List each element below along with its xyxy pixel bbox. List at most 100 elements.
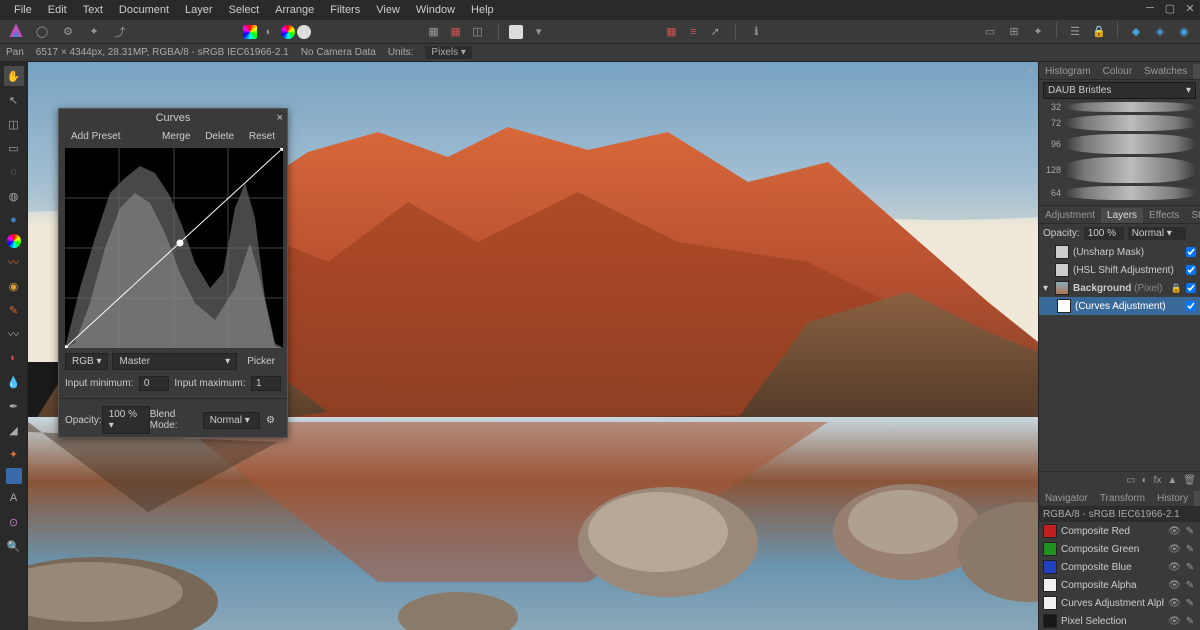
eye-icon[interactable]: 👁 bbox=[1168, 562, 1180, 573]
maximize-button[interactable]: ▢ bbox=[1164, 2, 1176, 14]
eye-icon[interactable]: 👁 bbox=[1168, 598, 1180, 609]
eyedropper-tool[interactable]: ⊙ bbox=[4, 512, 24, 532]
channel-item[interactable]: Composite Alpha👁✎ bbox=[1039, 576, 1200, 594]
input-min-field[interactable] bbox=[139, 376, 169, 391]
close-document-icon[interactable]: × bbox=[1027, 64, 1034, 78]
channel-select[interactable]: RGB ▾ bbox=[65, 353, 108, 370]
tab-swatches[interactable]: Swatches bbox=[1138, 64, 1193, 79]
delete-button[interactable]: Delete bbox=[199, 130, 240, 143]
tab-histogram[interactable]: Histogram bbox=[1039, 64, 1097, 79]
layer-visible-toggle[interactable] bbox=[1186, 283, 1196, 293]
channel-item[interactable]: Composite Red👁✎ bbox=[1039, 522, 1200, 540]
ruler-icon[interactable]: ▭ bbox=[980, 22, 1000, 42]
layer-opacity-input[interactable]: 100 % bbox=[1084, 227, 1124, 240]
curves-dialog[interactable]: Curves × Add Preset Merge Delete Reset R… bbox=[58, 108, 288, 438]
hue-tool[interactable] bbox=[7, 234, 21, 248]
zoom-tool[interactable]: 🔍 bbox=[4, 536, 24, 556]
tab-adjustment[interactable]: Adjustment bbox=[1039, 208, 1101, 223]
expand-icon[interactable]: ▾ bbox=[1043, 283, 1051, 294]
selection-icon[interactable]: ◫ bbox=[468, 22, 488, 42]
dialog-title[interactable]: Curves × bbox=[59, 109, 287, 127]
export-icon[interactable]: ⤴ bbox=[110, 22, 130, 42]
brush-item[interactable]: 72 bbox=[1043, 115, 1196, 131]
units-select[interactable]: Pixels ▾ bbox=[425, 46, 472, 59]
info-icon[interactable]: ℹ bbox=[746, 22, 766, 42]
clone-tool[interactable]: ◉ bbox=[4, 276, 24, 296]
move-tool[interactable]: ↖ bbox=[4, 90, 24, 110]
edit-icon[interactable]: ✎ bbox=[1184, 616, 1196, 627]
mesh-tool[interactable]: ✦ bbox=[4, 444, 24, 464]
layer-visible-toggle[interactable] bbox=[1186, 265, 1196, 275]
brush-item[interactable]: 96 bbox=[1043, 134, 1196, 154]
menu-arrange[interactable]: Arrange bbox=[267, 4, 322, 16]
selection-brush-tool[interactable]: ● bbox=[4, 210, 24, 230]
gear-icon[interactable]: ⚙ bbox=[260, 414, 281, 427]
blend-mode-select[interactable]: Normal ▾ bbox=[1128, 227, 1186, 240]
lock-icon[interactable]: 🔒 bbox=[1089, 22, 1109, 42]
lock-icon[interactable]: 🔒 bbox=[1171, 283, 1182, 294]
layer-item[interactable]: (HSL Shift Adjustment) bbox=[1039, 261, 1200, 279]
menu-text[interactable]: Text bbox=[75, 4, 111, 16]
tab-channels[interactable]: Channels bbox=[1194, 491, 1200, 506]
tab-styles[interactable]: Styles bbox=[1185, 208, 1200, 223]
dropdown-icon[interactable]: ▾ bbox=[529, 22, 549, 42]
pen-tool[interactable]: ✒ bbox=[4, 396, 24, 416]
paint-brush-tool[interactable]: 〰 bbox=[4, 252, 24, 272]
grid-icon[interactable]: ▦ bbox=[661, 22, 681, 42]
edit-icon[interactable]: ✎ bbox=[1184, 598, 1196, 609]
curves-graph[interactable] bbox=[65, 148, 283, 348]
add-layer-icon[interactable]: ▭ bbox=[1126, 475, 1135, 486]
menu-document[interactable]: Document bbox=[111, 4, 177, 16]
channel-item[interactable]: Pixel Selection👁✎ bbox=[1039, 612, 1200, 630]
menu-edit[interactable]: Edit bbox=[40, 4, 75, 16]
rectangle-tool[interactable] bbox=[6, 468, 22, 484]
trash-icon[interactable]: 🗑 bbox=[1183, 475, 1196, 486]
merge-button[interactable]: Merge bbox=[156, 130, 196, 143]
opacity-input[interactable]: 100 % ▾ bbox=[102, 406, 150, 434]
menu-filters[interactable]: Filters bbox=[322, 4, 368, 16]
close-icon[interactable]: × bbox=[277, 112, 283, 124]
tab-history[interactable]: History bbox=[1151, 491, 1194, 506]
wand-icon[interactable]: ✦ bbox=[84, 22, 104, 42]
brush-set-select[interactable]: DAUB Bristles ▾ bbox=[1043, 82, 1196, 99]
align-icon[interactable]: ≡ bbox=[683, 22, 703, 42]
layer-visible-toggle[interactable] bbox=[1186, 247, 1196, 257]
menu-help[interactable]: Help bbox=[463, 4, 502, 16]
adjustment-icon[interactable]: ◐ bbox=[1142, 475, 1148, 486]
edit-icon[interactable]: ✎ bbox=[1184, 544, 1196, 555]
eye-icon[interactable]: 👁 bbox=[1168, 544, 1180, 555]
list-icon[interactable]: ☰ bbox=[1065, 22, 1085, 42]
crop-tool[interactable]: ◫ bbox=[4, 114, 24, 134]
assist-icon[interactable]: ✦ bbox=[1028, 22, 1048, 42]
persona1-icon[interactable]: ◆ bbox=[1126, 22, 1146, 42]
brush-item[interactable]: 128 bbox=[1043, 157, 1196, 183]
persona3-icon[interactable]: ◉ bbox=[1174, 22, 1194, 42]
tab-colour[interactable]: Colour bbox=[1097, 64, 1138, 79]
inpaint-tool[interactable]: ✎ bbox=[4, 300, 24, 320]
edit-icon[interactable]: ✎ bbox=[1184, 562, 1196, 573]
aperture-icon[interactable]: ◯ bbox=[32, 22, 52, 42]
brush-item[interactable]: 64 bbox=[1043, 186, 1196, 200]
quickmask-icon[interactable]: ▦ bbox=[446, 22, 466, 42]
brush-item[interactable]: 32 bbox=[1043, 102, 1196, 112]
eye-icon[interactable]: 👁 bbox=[1168, 616, 1180, 627]
subchannel-select[interactable]: Master ▾ bbox=[112, 353, 237, 370]
layer-item-curves[interactable]: (Curves Adjustment) bbox=[1039, 297, 1200, 315]
tab-effects[interactable]: Effects bbox=[1143, 208, 1185, 223]
input-max-field[interactable] bbox=[251, 376, 281, 391]
reset-button[interactable]: Reset bbox=[243, 130, 281, 143]
fx-icon[interactable]: fx bbox=[1154, 475, 1162, 486]
picker-button[interactable]: Picker bbox=[241, 355, 281, 368]
gear-icon[interactable]: ⚙ bbox=[58, 22, 78, 42]
arrow-icon[interactable]: ➚ bbox=[705, 22, 725, 42]
marquee-icon[interactable]: ▦ bbox=[424, 22, 444, 42]
swatch-fg-icon[interactable] bbox=[509, 25, 523, 39]
mask-icon[interactable]: ▲ bbox=[1167, 475, 1177, 486]
edit-icon[interactable]: ✎ bbox=[1184, 526, 1196, 537]
tab-brushes[interactable]: Brushes bbox=[1193, 64, 1200, 79]
menu-select[interactable]: Select bbox=[221, 4, 268, 16]
hand-tool[interactable]: ✋ bbox=[4, 66, 24, 86]
smudge-tool[interactable]: 〰 bbox=[4, 324, 24, 344]
gradient-tool[interactable]: ◢ bbox=[4, 420, 24, 440]
lasso-tool[interactable]: ◌ bbox=[4, 162, 24, 182]
